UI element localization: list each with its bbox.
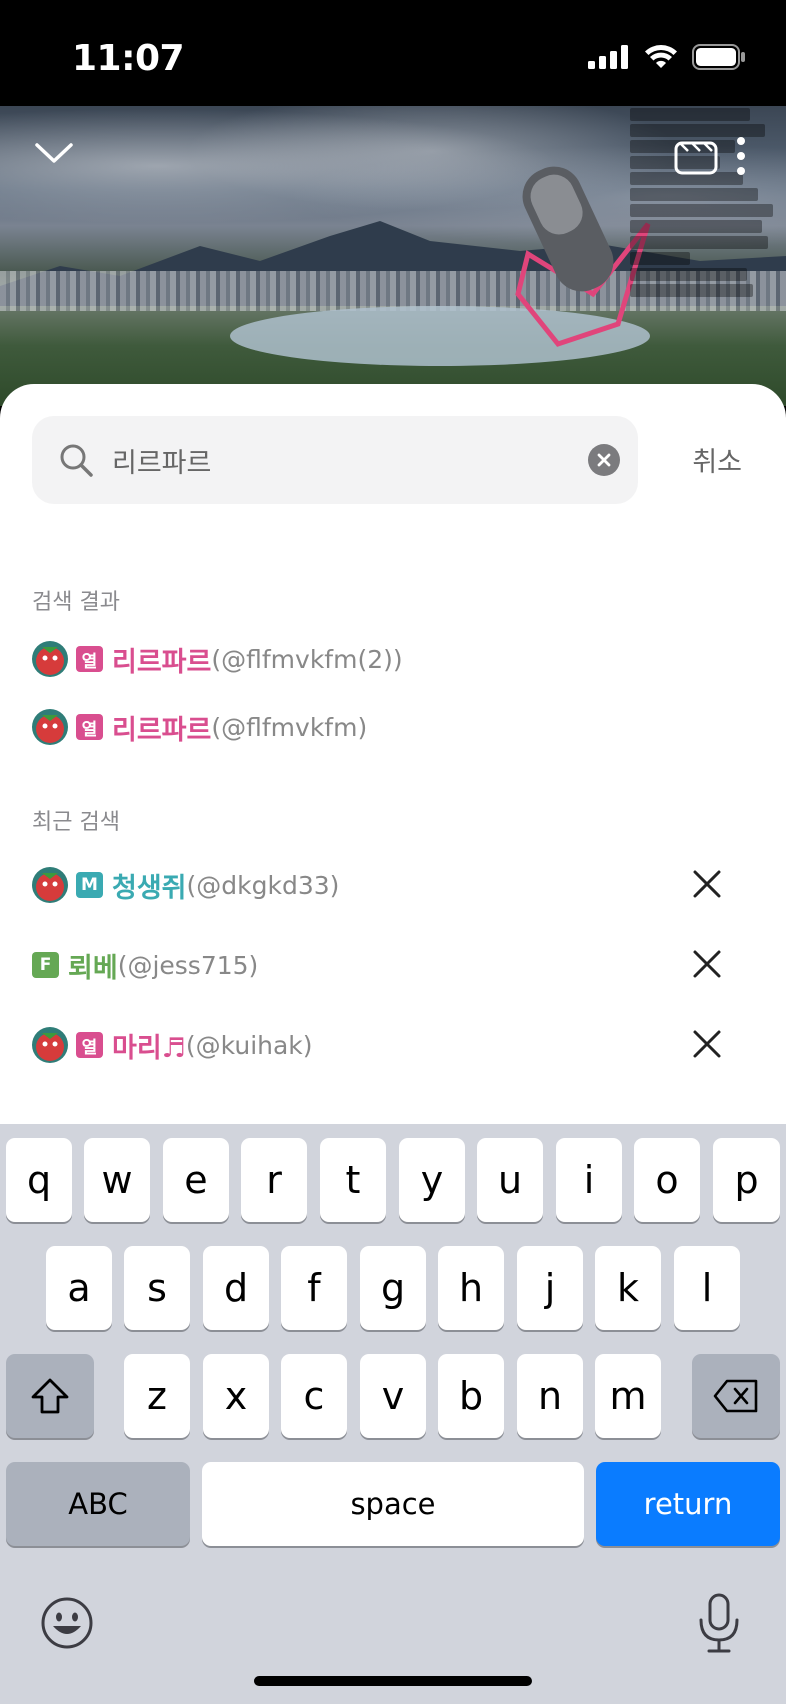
search-box[interactable] xyxy=(32,416,638,504)
avatar xyxy=(32,867,68,903)
key-k[interactable]: k xyxy=(595,1246,661,1330)
fan-badge: F xyxy=(32,952,59,978)
key-h[interactable]: h xyxy=(438,1246,504,1330)
key-n[interactable]: n xyxy=(517,1354,583,1438)
key-i[interactable]: i xyxy=(556,1138,622,1222)
manager-badge: M xyxy=(76,872,103,898)
close-icon[interactable] xyxy=(692,949,722,979)
backspace-icon xyxy=(713,1379,758,1413)
key-z[interactable]: z xyxy=(124,1354,190,1438)
avatar xyxy=(32,1027,68,1063)
search-result-row[interactable]: 열 리르파르 (@flfmvkfm(2)) xyxy=(32,634,754,684)
more-icon[interactable] xyxy=(736,136,746,176)
recent-search-row[interactable]: 열 마리♬ (@kuihak) xyxy=(32,1020,754,1070)
user-name: 리르파르 xyxy=(112,714,212,746)
key-x[interactable]: x xyxy=(203,1354,269,1438)
status-icons xyxy=(588,44,746,70)
recent-section-label: 최근 검색 xyxy=(32,810,120,835)
fan-badge: 열 xyxy=(76,646,103,672)
microphone-icon[interactable] xyxy=(696,1592,742,1654)
key-e[interactable]: e xyxy=(163,1138,229,1222)
clear-icon[interactable] xyxy=(588,444,620,476)
key-w[interactable]: w xyxy=(84,1138,150,1222)
key-s[interactable]: s xyxy=(124,1246,190,1330)
fan-badge: 열 xyxy=(76,1032,103,1058)
key-q[interactable]: q xyxy=(6,1138,72,1222)
key-c[interactable]: c xyxy=(281,1354,347,1438)
search-sheet: 취소 검색 결과 열 리르파르 (@flfmvkfm(2)) 열 리르파르 (@… xyxy=(0,384,786,1124)
search-result-row[interactable]: 열 리르파르 (@flfmvkfm) xyxy=(32,702,754,752)
key-t[interactable]: t xyxy=(320,1138,386,1222)
return-key[interactable]: return xyxy=(596,1462,780,1546)
user-handle: (@flfmvkfm(2)) xyxy=(211,644,403,674)
home-indicator xyxy=(254,1676,532,1686)
key-y[interactable]: y xyxy=(399,1138,465,1222)
key-l[interactable]: l xyxy=(674,1246,740,1330)
user-name: 마리♬ xyxy=(112,1032,186,1064)
key-a[interactable]: a xyxy=(46,1246,112,1330)
emoji-icon[interactable] xyxy=(40,1596,94,1650)
space-key[interactable]: space xyxy=(202,1462,584,1546)
close-icon[interactable] xyxy=(692,869,722,899)
key-r[interactable]: r xyxy=(241,1138,307,1222)
close-icon[interactable] xyxy=(692,1029,722,1059)
key-u[interactable]: u xyxy=(477,1138,543,1222)
key-m[interactable]: m xyxy=(595,1354,661,1438)
user-handle: (@dkgkd33) xyxy=(186,870,340,900)
clip-icon[interactable] xyxy=(674,137,718,175)
key-g[interactable]: g xyxy=(360,1246,426,1330)
recent-search-row[interactable]: F 뢰베 (@jess715) xyxy=(32,940,754,990)
status-time: 11:07 xyxy=(72,38,185,79)
wifi-icon xyxy=(645,45,677,68)
key-b[interactable]: b xyxy=(438,1354,504,1438)
key-v[interactable]: v xyxy=(360,1354,426,1438)
user-handle: (@flfmvkfm) xyxy=(211,712,368,742)
recent-search-row[interactable]: M 청생쥐 (@dkgkd33) xyxy=(32,860,754,910)
battery-icon xyxy=(692,44,745,70)
avatar xyxy=(32,709,68,745)
chevron-down-icon[interactable] xyxy=(34,140,74,166)
key-f[interactable]: f xyxy=(281,1246,347,1330)
key-p[interactable]: p xyxy=(713,1138,780,1222)
key-o[interactable]: o xyxy=(634,1138,700,1222)
signal-icon xyxy=(588,45,628,69)
search-input[interactable] xyxy=(112,416,552,504)
video-player[interactable] xyxy=(0,106,786,406)
status-bar: 11:07 xyxy=(0,0,786,106)
user-handle: (@kuihak) xyxy=(185,1030,313,1060)
video-overlay-icons xyxy=(674,136,746,176)
key-d[interactable]: d xyxy=(203,1246,269,1330)
shift-icon xyxy=(31,1378,69,1414)
user-handle: (@jess715) xyxy=(117,950,259,980)
user-name: 뢰베 xyxy=(68,952,118,984)
user-name: 리르파르 xyxy=(112,646,212,678)
user-name: 청생쥐 xyxy=(112,872,187,904)
avatar xyxy=(32,641,68,677)
key-j[interactable]: j xyxy=(517,1246,583,1330)
fan-badge: 열 xyxy=(76,714,103,740)
cancel-button[interactable]: 취소 xyxy=(692,440,742,479)
abc-key[interactable]: ABC xyxy=(6,1462,190,1546)
results-section-label: 검색 결과 xyxy=(32,590,120,615)
keyboard: q w e r t y u i o p a s d f g h j k l z … xyxy=(0,1124,786,1704)
shift-key[interactable] xyxy=(6,1354,94,1438)
search-icon xyxy=(60,444,93,477)
backspace-key[interactable] xyxy=(692,1354,780,1438)
